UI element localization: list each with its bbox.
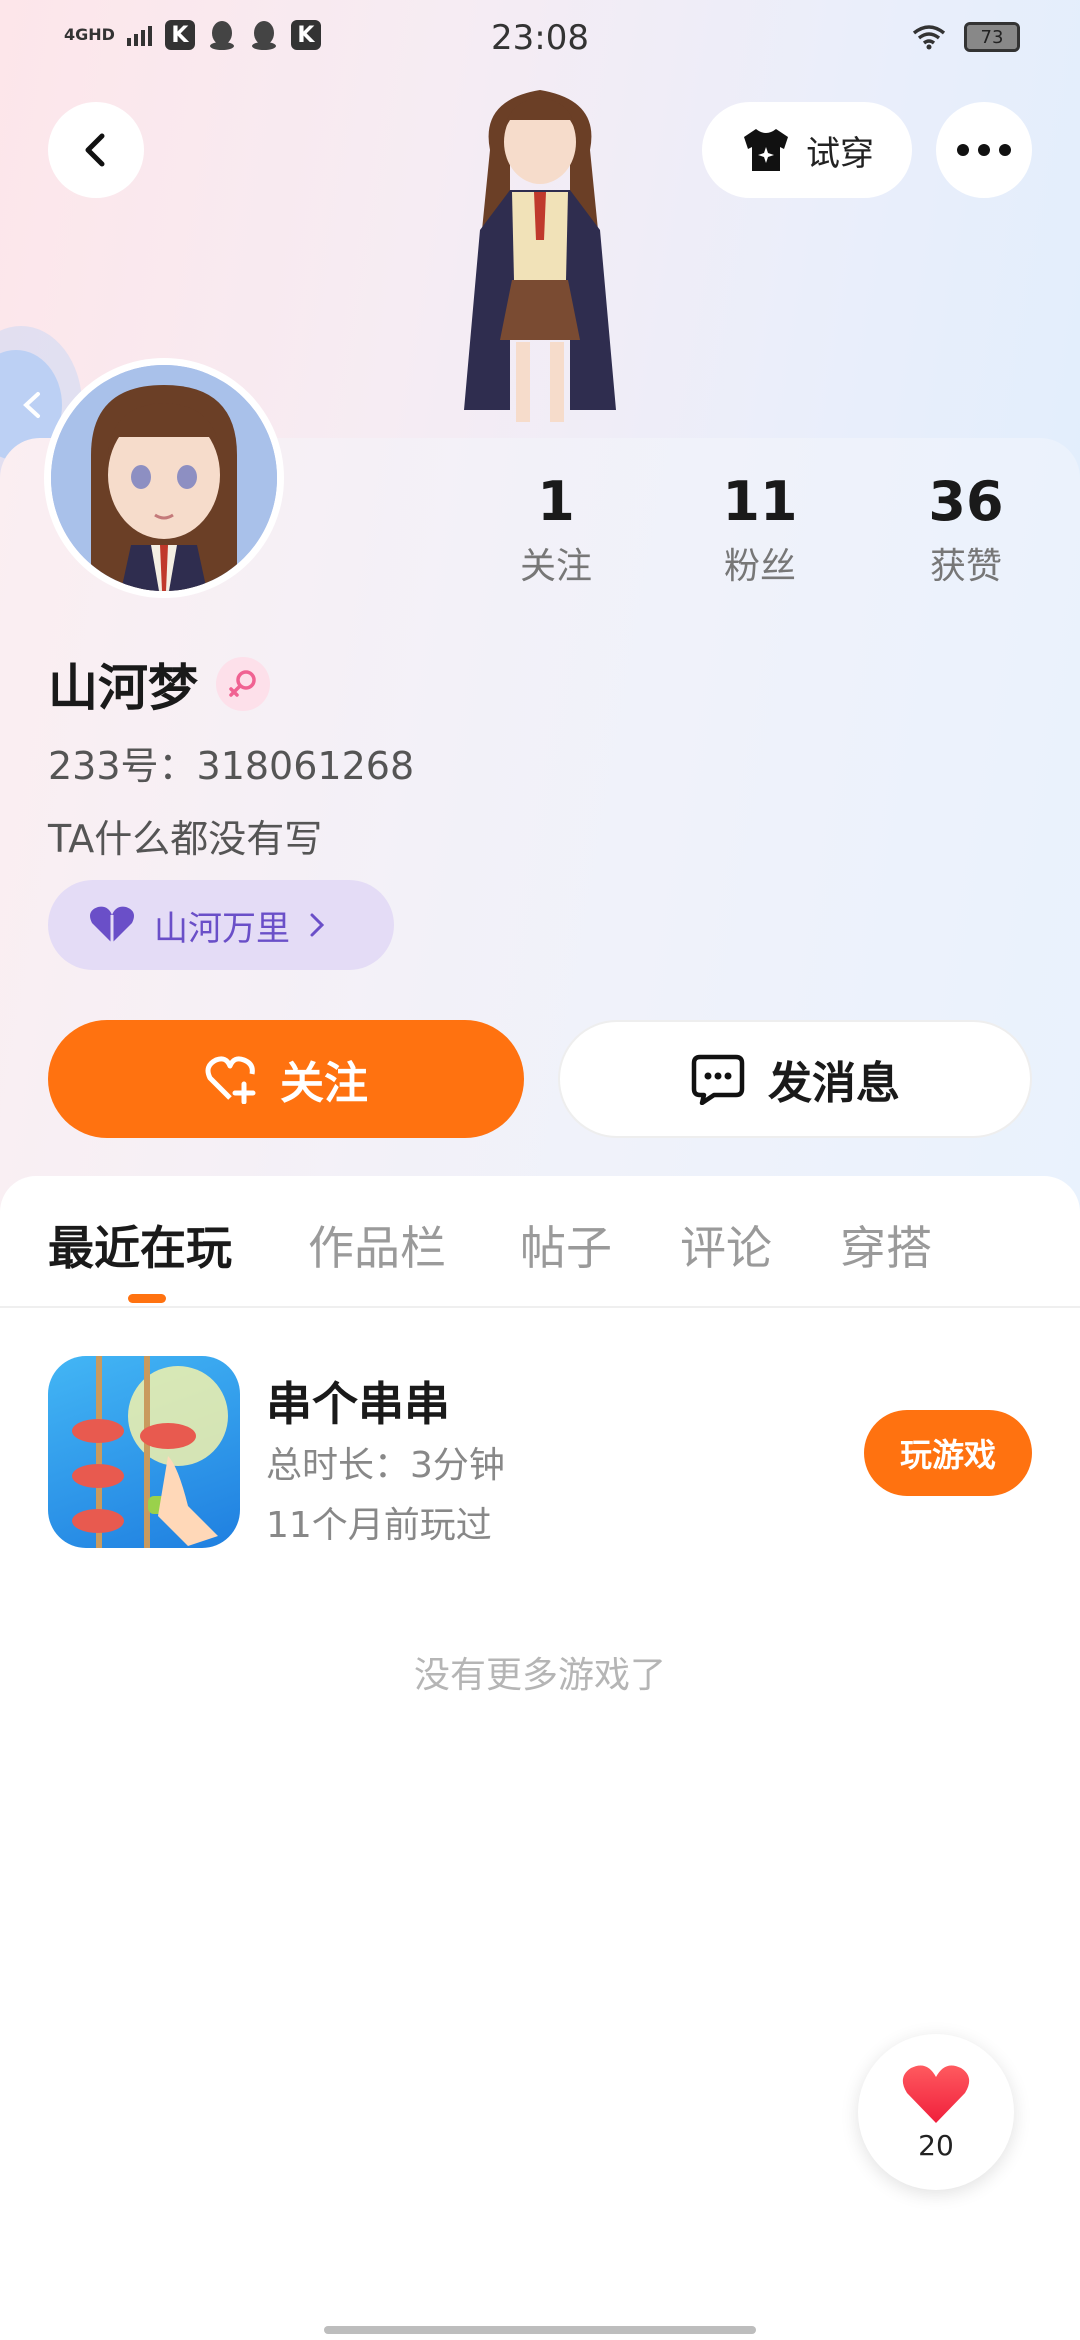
game-list-item[interactable]: 串个串串 总时长：3分钟 11个月前玩过 玩游戏: [0, 1356, 1080, 1556]
stat-label: 关注: [519, 546, 592, 587]
tag-label: 山河万里: [154, 908, 290, 949]
send-message-button[interactable]: 发消息: [558, 1020, 1032, 1138]
chevron-left-icon: [85, 133, 105, 167]
wifi-icon: [912, 25, 946, 50]
shirt-icon: [744, 129, 788, 171]
message-label: 发消息: [768, 1058, 900, 1109]
battery-level: 73: [980, 26, 1004, 48]
username: 山河梦: [48, 659, 198, 717]
bio-text: TA什么都没有写: [48, 817, 323, 861]
avatar[interactable]: [44, 358, 284, 598]
heart-icon: [902, 2064, 970, 2123]
tab-posts[interactable]: 帖子: [520, 1212, 612, 1278]
more-options-button[interactable]: [936, 102, 1032, 198]
follow-label: 关注: [280, 1058, 368, 1109]
play-game-button[interactable]: 玩游戏: [864, 1410, 1032, 1496]
battery-icon: 73: [964, 22, 1020, 52]
game-last-played: 11个月前玩过: [266, 1505, 492, 1546]
heart-plus-icon: [205, 1056, 256, 1104]
tab-outfits[interactable]: 穿搭: [840, 1212, 932, 1278]
chat-bubble-icon: [691, 1054, 745, 1105]
status-bar: 4GHD K K 23:08 73: [0, 0, 1080, 80]
stat-likes[interactable]: 36 获赞: [886, 470, 1046, 589]
stat-value: 36: [928, 470, 1004, 533]
tag-pill[interactable]: 山河万里: [48, 880, 394, 970]
end-of-list-note: 没有更多游戏了: [413, 1655, 666, 1696]
back-button[interactable]: [48, 102, 144, 198]
heart-icon: [90, 906, 134, 943]
female-icon: [216, 657, 270, 711]
stat-value: 11: [722, 470, 798, 533]
avatar-image: [51, 365, 277, 591]
stat-label: 粉丝: [723, 546, 796, 587]
username-row: 山河梦: [48, 648, 270, 720]
home-indicator[interactable]: [324, 2326, 756, 2334]
game-icon[interactable]: [48, 1356, 240, 1548]
try-on-button[interactable]: 试穿: [702, 102, 912, 198]
stat-fans[interactable]: 11 粉丝: [680, 470, 840, 589]
like-fab[interactable]: 20: [858, 2034, 1014, 2190]
game-duration: 总时长：3分钟: [266, 1445, 505, 1486]
stat-following[interactable]: 1 关注: [476, 470, 636, 589]
tab-comments[interactable]: 评论: [680, 1212, 772, 1278]
stat-value: 1: [537, 470, 575, 533]
follow-button[interactable]: 关注: [48, 1020, 524, 1138]
status-right-icons: 73: [912, 22, 1020, 52]
tab-works[interactable]: 作品栏: [308, 1212, 446, 1278]
more-dots-icon: [957, 144, 1011, 156]
stat-label: 获赞: [929, 546, 1002, 587]
account-id: 233号：318061268: [48, 744, 415, 788]
chevron-right-icon: [310, 913, 325, 937]
avatar-3d-figure[interactable]: [420, 80, 660, 440]
try-on-label: 试穿: [806, 133, 874, 174]
collapse-icon: [23, 392, 40, 418]
game-title: 串个串串: [266, 1377, 450, 1431]
tab-bar: 最近在玩 作品栏 帖子 评论 穿搭: [0, 1176, 1080, 1308]
tab-recently-played[interactable]: 最近在玩: [48, 1212, 232, 1278]
tab-indicator: [128, 1294, 166, 1303]
like-count: 20: [918, 2128, 954, 2162]
